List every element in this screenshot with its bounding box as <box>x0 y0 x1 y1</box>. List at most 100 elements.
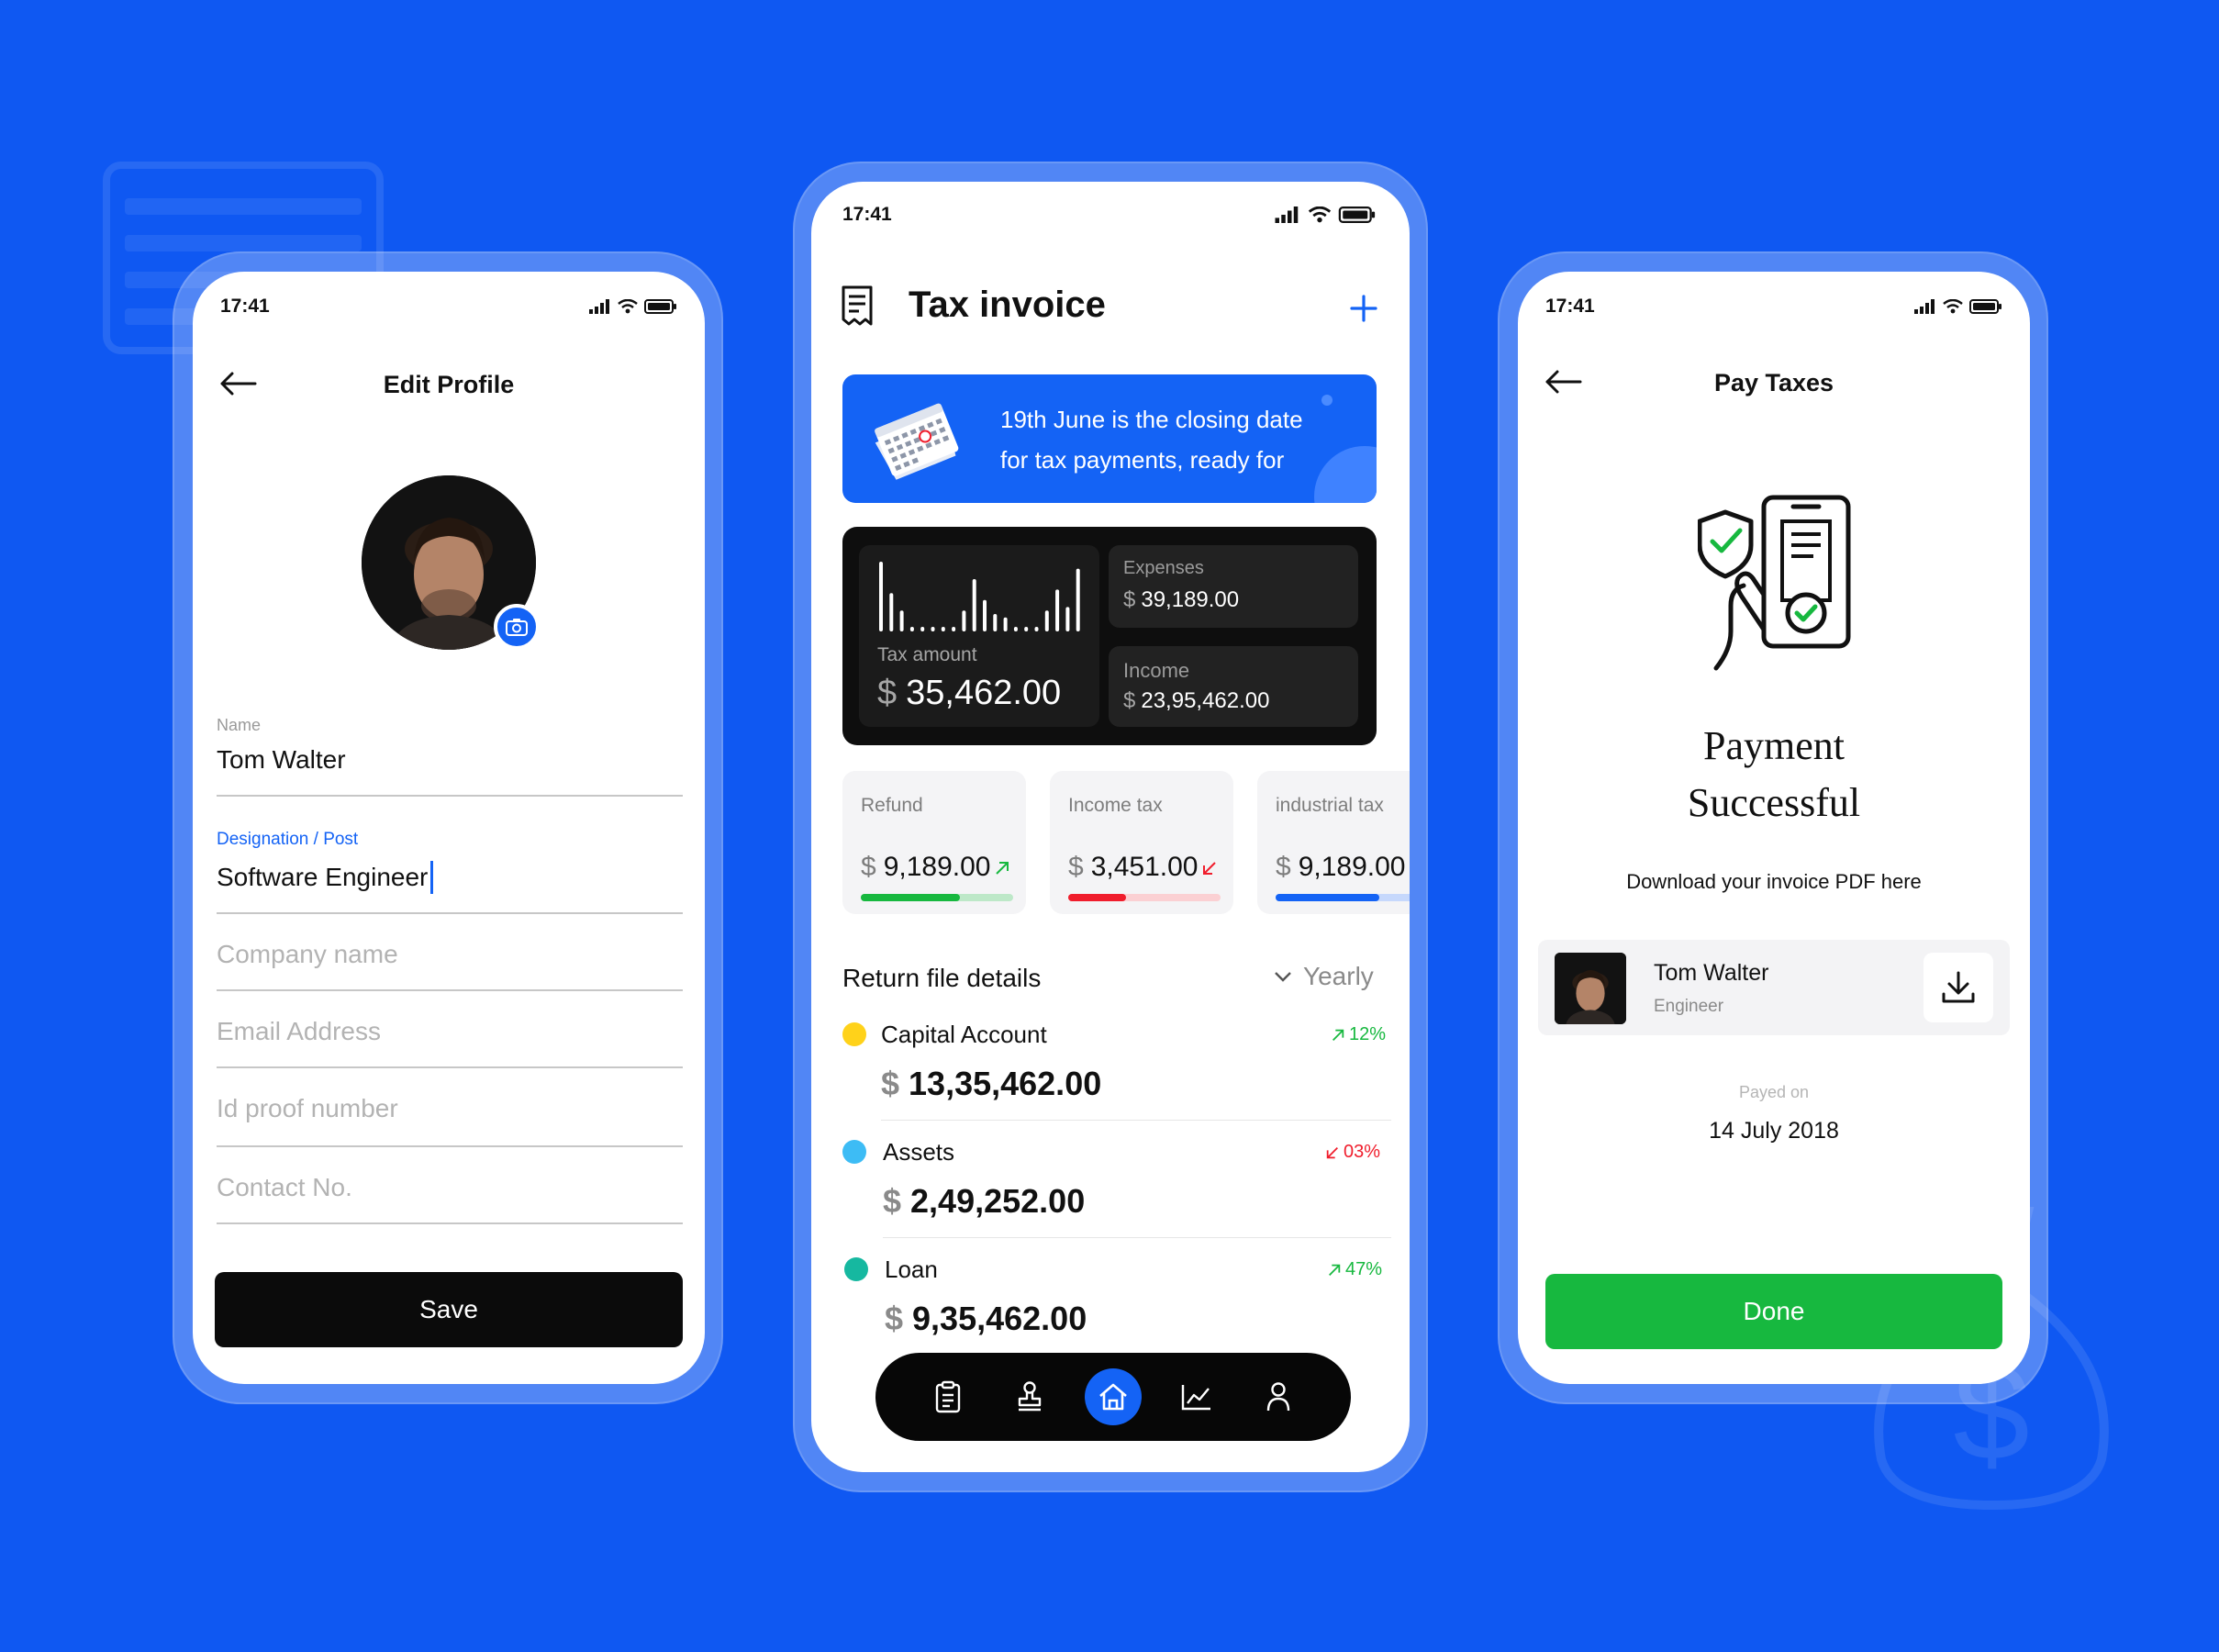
designation-value: Software Engineer <box>217 863 429 891</box>
industrial-tax-progress-fill <box>1276 894 1379 901</box>
tax-bar <box>879 562 883 631</box>
yearly-filter-dropdown[interactable]: Yearly <box>1274 962 1374 991</box>
nav-home[interactable] <box>1084 1368 1142 1425</box>
tax-bar <box>1013 627 1018 631</box>
tax-bar <box>1055 589 1060 631</box>
assets-amount[interactable]: $2,49,252.00 <box>883 1182 1085 1221</box>
secure-payment-illustration-icon <box>1698 495 1851 671</box>
trend-down-icon <box>1326 1146 1338 1158</box>
designation-label-separator: / <box>308 830 324 849</box>
tax-bar <box>993 614 998 631</box>
income-tax-card[interactable]: Income tax $3,451.00 <box>1050 771 1233 914</box>
designation-underline <box>217 912 683 914</box>
receipt-icon <box>842 285 873 326</box>
user-icon <box>1266 1382 1290 1412</box>
income-label: Income <box>1123 659 1190 682</box>
success-line-1: Payment <box>1703 723 1845 768</box>
done-button[interactable]: Done <box>1545 1274 2002 1349</box>
id-proof-underline <box>217 1145 683 1147</box>
tax-bar <box>1024 627 1029 631</box>
tax-bar <box>983 599 987 631</box>
wifi-icon <box>1308 206 1332 223</box>
save-button[interactable]: Save <box>215 1272 683 1347</box>
tax-amount-panel[interactable]: Tax amount $35,462.00 <box>859 545 1099 727</box>
tax-amount-label: Tax amount <box>877 644 977 665</box>
add-icon[interactable] <box>1349 294 1378 323</box>
nav-profile[interactable] <box>1251 1369 1306 1424</box>
industrial-tax-label: industrial tax <box>1276 795 1384 816</box>
section-title: Return file details <box>842 964 1042 992</box>
clipboard-icon <box>935 1380 960 1413</box>
capital-account-pct: 12% <box>1349 1024 1387 1044</box>
expenses-value: $39,189.00 <box>1123 587 1239 613</box>
assets-dot <box>842 1140 866 1164</box>
loan-change: 47% <box>1327 1259 1382 1280</box>
expenses-number: 39,189.00 <box>1141 587 1240 612</box>
income-tax-label: Income tax <box>1068 795 1163 816</box>
loan-number: 9,35,462.00 <box>912 1300 1087 1337</box>
name-label: Name <box>217 716 262 734</box>
company-underline <box>217 989 683 991</box>
capital-account-change: 12% <box>1331 1024 1386 1045</box>
stat-cards-strip: Refund $9,189.00 Income tax $3,451.00 in… <box>842 771 1410 914</box>
contact-number-input[interactable]: Contact No. <box>217 1173 352 1202</box>
trend-up-icon <box>996 862 1009 875</box>
battery-icon <box>644 299 676 314</box>
currency-symbol: $ <box>1123 587 1136 612</box>
expenses-label: Expenses <box>1123 558 1204 578</box>
capital-account-amount[interactable]: $13,35,462.00 <box>881 1065 1101 1103</box>
edit-profile-screen: 17:41 Edit Profile Name Tom Walter Desig… <box>193 272 705 1384</box>
email-address-input[interactable]: Email Address <box>217 1017 381 1046</box>
signal-icon <box>1914 299 1935 314</box>
status-icons <box>1274 206 1377 223</box>
avatar <box>1555 953 1626 1024</box>
contact-underline <box>217 1222 683 1224</box>
refund-label: Refund <box>861 795 923 816</box>
designation-label-text: Designation <box>217 830 309 849</box>
change-photo-button[interactable] <box>494 604 540 650</box>
row-separator <box>881 1120 1391 1121</box>
tax-bar <box>1003 617 1008 631</box>
camera-icon <box>506 619 528 636</box>
assets-change: 03% <box>1325 1142 1380 1163</box>
battery-icon <box>1969 299 2002 314</box>
email-underline <box>217 1066 683 1068</box>
industrial-tax-card[interactable]: industrial tax $9,189.00 <box>1257 771 1410 914</box>
company-name-input[interactable]: Company name <box>217 940 398 969</box>
stamp-icon <box>1019 1381 1042 1412</box>
home-icon <box>1099 1383 1127 1411</box>
download-icon <box>1942 971 1975 1003</box>
tax-bar <box>909 627 914 631</box>
tax-bar <box>952 627 956 631</box>
industrial-tax-number: 9,189.00 <box>1298 852 1406 882</box>
assets-pct: 03% <box>1344 1142 1381 1162</box>
download-invoice-text: Download your invoice PDF here <box>1626 870 1922 893</box>
nav-stamp[interactable] <box>1002 1369 1057 1424</box>
signal-icon <box>589 299 609 314</box>
avatar-portrait-image <box>1555 953 1626 1024</box>
payer-card: Tom Walter Engineer <box>1538 940 2010 1035</box>
tax-bar <box>972 579 976 631</box>
name-underline <box>217 795 683 797</box>
refund-card[interactable]: Refund $9,189.00 <box>842 771 1026 914</box>
loan-amount[interactable]: $9,35,462.00 <box>885 1300 1087 1338</box>
id-proof-input[interactable]: Id proof number <box>217 1094 398 1123</box>
name-field[interactable]: Tom Walter <box>217 745 346 775</box>
closing-date-banner[interactable]: 19th June is the closing date for tax pa… <box>842 374 1377 503</box>
status-time: 17:41 <box>842 204 892 225</box>
income-panel[interactable]: Income $23,95,462.00 <box>1109 646 1358 727</box>
row-separator <box>883 1237 1391 1238</box>
nav-clipboard[interactable] <box>920 1369 976 1424</box>
assets-number: 2,49,252.00 <box>910 1182 1086 1220</box>
designation-field[interactable]: Software Engineer <box>217 861 434 894</box>
signal-icon <box>1275 206 1299 223</box>
battery-icon <box>1338 206 1376 223</box>
trend-up-icon <box>1409 860 1410 876</box>
tax-amount-bar-chart <box>879 562 1080 631</box>
nav-analytics[interactable] <box>1169 1369 1224 1424</box>
expenses-panel[interactable]: Expenses $39,189.00 <box>1109 545 1358 628</box>
download-invoice-button[interactable] <box>1924 953 1993 1022</box>
currency-symbol: $ <box>881 1065 900 1102</box>
trend-down-icon <box>1203 862 1217 876</box>
payer-name: Tom Walter <box>1654 960 1769 986</box>
